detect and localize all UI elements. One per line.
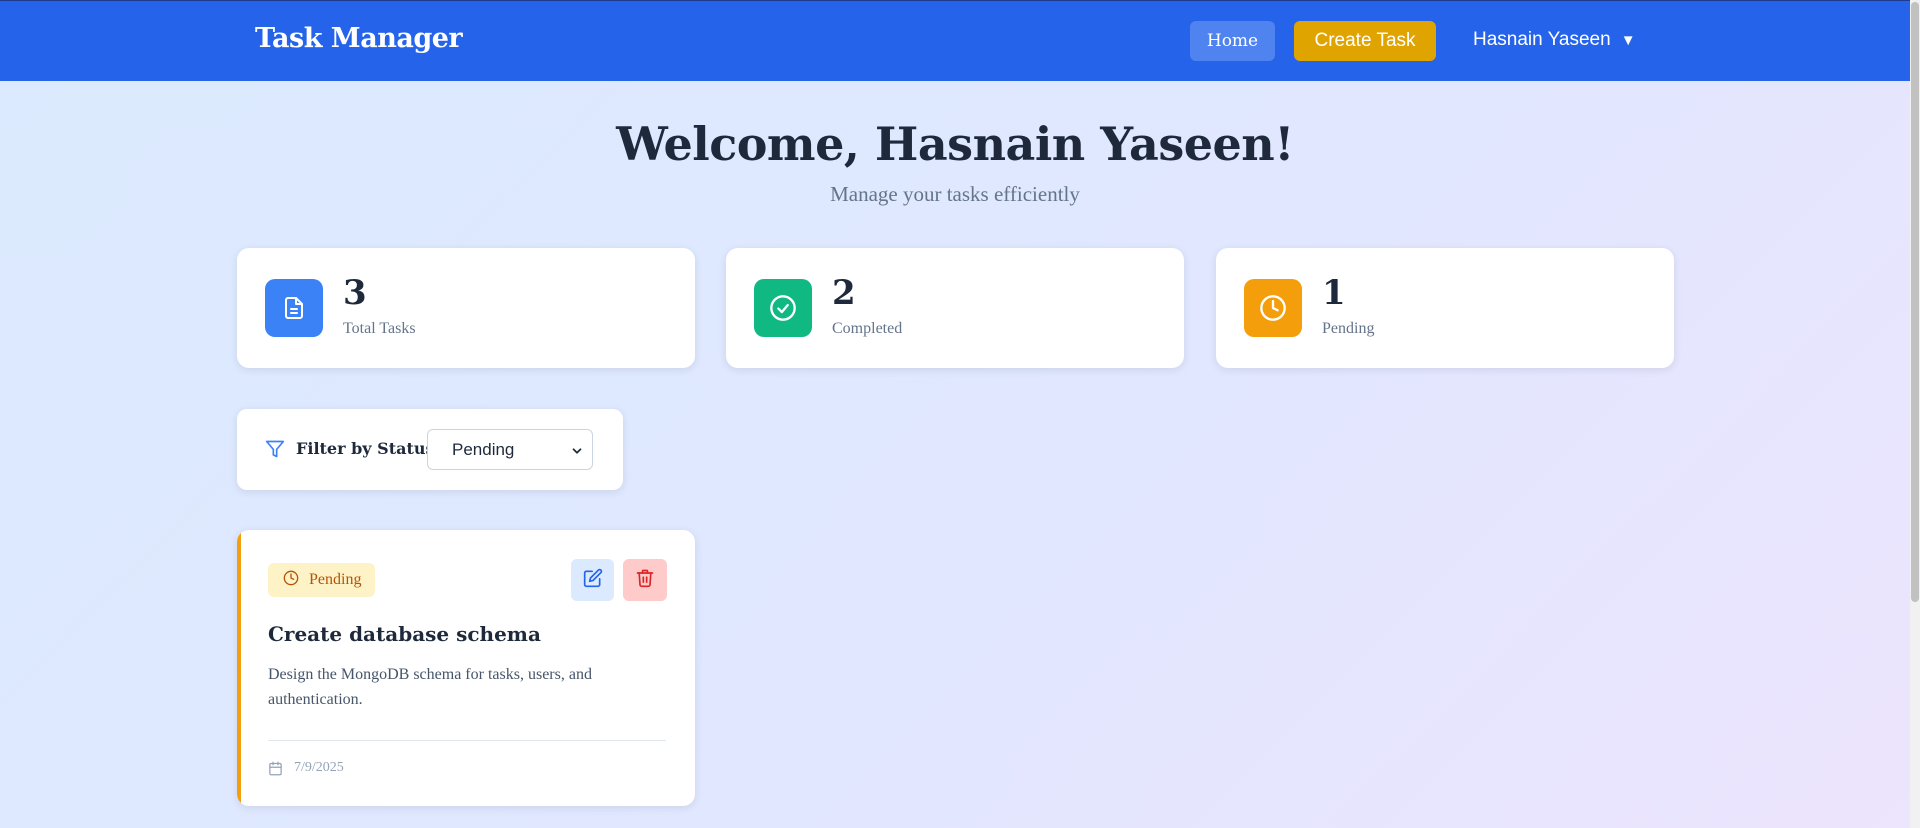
stat-value-pending: 1: [1322, 273, 1346, 313]
chevron-down-icon: [570, 443, 584, 463]
stat-card-completed: 2 Completed: [726, 248, 1184, 368]
stat-card-total: 3 Total Tasks: [237, 248, 695, 368]
task-accent-bar: [237, 530, 241, 806]
edit-task-button[interactable]: [571, 559, 614, 601]
clock-icon: [1244, 279, 1302, 337]
trash-icon: [635, 568, 655, 592]
task-date: 7/9/2025: [294, 760, 344, 775]
document-icon: [265, 279, 323, 337]
stat-value-total: 3: [343, 273, 367, 313]
divider: [268, 740, 666, 741]
chevron-down-icon: ▼: [1620, 31, 1636, 49]
page: Task Manager Home Create Task Hasnain Ya…: [0, 0, 1910, 828]
status-filter-value: Pending: [452, 439, 515, 459]
user-menu[interactable]: Hasnain Yaseen ▼: [1473, 29, 1636, 51]
status-filter-select[interactable]: Pending: [427, 429, 593, 470]
create-task-button[interactable]: Create Task: [1294, 21, 1436, 61]
home-button[interactable]: Home: [1190, 21, 1275, 61]
check-circle-icon: [754, 279, 812, 337]
status-badge: Pending: [268, 563, 376, 597]
task-description: Design the MongoDB schema for tasks, use…: [268, 666, 592, 708]
task-card: Pending Create database schema Design th…: [237, 530, 695, 806]
stat-label-pending: Pending: [1322, 320, 1375, 337]
status-badge-label: Pending: [309, 571, 362, 588]
clock-icon: [283, 570, 299, 591]
task-title: Create database schema: [268, 622, 541, 646]
page-title: Welcome, Hasnain Yaseen!: [616, 117, 1294, 171]
filter-label: Filter by Status: [296, 439, 435, 458]
stat-card-pending: 1 Pending: [1216, 248, 1674, 368]
brand-logo[interactable]: Task Manager: [255, 23, 463, 54]
stat-value-completed: 2: [832, 273, 856, 313]
filter-icon: [265, 439, 285, 463]
scrollbar-thumb[interactable]: [1911, 2, 1919, 602]
user-name: Hasnain Yaseen: [1473, 29, 1611, 50]
filter-card: Filter by Status Pending: [237, 409, 623, 490]
stat-label-total: Total Tasks: [343, 320, 416, 337]
edit-icon: [583, 568, 603, 592]
stat-label-completed: Completed: [832, 320, 903, 337]
delete-task-button[interactable]: [623, 559, 667, 601]
page-subtitle: Manage your tasks efficiently: [830, 182, 1080, 206]
navbar: Task Manager Home Create Task Hasnain Ya…: [0, 0, 1910, 81]
calendar-icon: [268, 761, 283, 780]
